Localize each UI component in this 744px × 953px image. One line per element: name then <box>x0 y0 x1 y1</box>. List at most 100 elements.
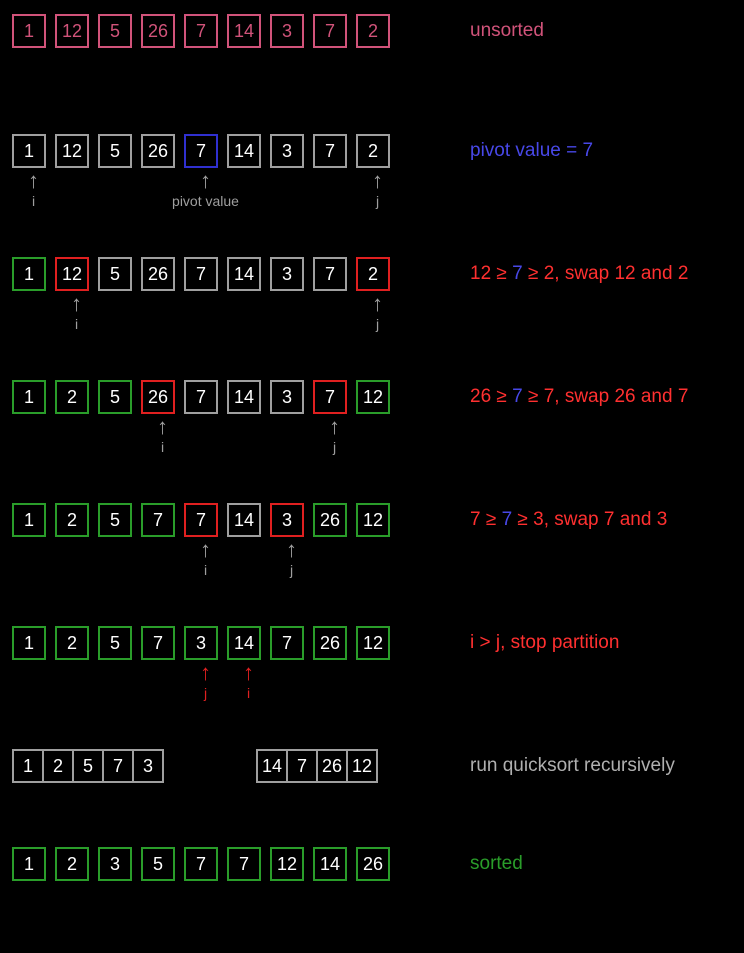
array-cell: 1 <box>12 503 46 537</box>
array-cell: 14 <box>227 626 261 660</box>
array-cell: 2 <box>356 134 390 168</box>
array-cell: 7 <box>184 380 218 414</box>
array-cell: 7 <box>141 503 175 537</box>
array-row-step: 125771432612 <box>12 503 442 537</box>
array-cell: 5 <box>98 14 132 48</box>
array-cell: 14 <box>313 847 347 881</box>
array-row-stop: 125731472612 <box>12 626 442 660</box>
pointer-label: j <box>376 316 379 332</box>
array-cell: 14 <box>227 134 261 168</box>
array-cell: 14 <box>256 749 288 783</box>
array-cell: 7 <box>141 626 175 660</box>
array-row-step: 112526714372 <box>12 257 442 291</box>
array-cell: 26 <box>141 14 175 48</box>
array-cell: 14 <box>227 14 261 48</box>
pointer-arrow-icon: ↑ <box>329 416 340 438</box>
pointer-label: i <box>75 316 78 332</box>
array-cell: 12 <box>55 134 89 168</box>
array-cell: 2 <box>44 749 74 783</box>
array-row-sorted: 123577121426 <box>12 847 442 881</box>
array-cell: 3 <box>184 626 218 660</box>
pointer-row: ↑i↑j <box>12 539 442 578</box>
array-cell: 12 <box>55 257 89 291</box>
row-label: run quicksort recursively <box>442 749 675 777</box>
array-cell: 5 <box>141 847 175 881</box>
array-cell: 1 <box>12 257 46 291</box>
pointer-label: j <box>290 562 293 578</box>
array-cell: 5 <box>98 380 132 414</box>
array-cell: 5 <box>98 134 132 168</box>
array-cell: 26 <box>141 134 175 168</box>
array-cell: 7 <box>227 847 261 881</box>
pointer-row: ↑i↑j <box>12 416 442 455</box>
array-cell: 7 <box>270 626 304 660</box>
pointer-arrow-icon: ↑ <box>200 662 211 684</box>
pointer-row: ↑i↑j <box>12 293 442 332</box>
array-cell: 3 <box>270 134 304 168</box>
row-label: 12 ≥ 7 ≥ 2, swap 12 and 2 <box>442 257 688 285</box>
pointer-arrow-icon: ↑ <box>372 170 383 192</box>
row-label: 7 ≥ 7 ≥ 3, swap 7 and 3 <box>442 503 667 531</box>
array-row-step: 125267143712 <box>12 380 442 414</box>
array-cell: 12 <box>348 749 378 783</box>
array-cell: 7 <box>184 503 218 537</box>
array-cell: 7 <box>313 257 347 291</box>
array-cell: 5 <box>98 626 132 660</box>
array-cell: 12 <box>356 503 390 537</box>
array-cell: 26 <box>313 503 347 537</box>
pointer-label: i <box>32 193 35 209</box>
array-cell: 26 <box>141 380 175 414</box>
pointer-arrow-icon: ↑ <box>71 293 82 315</box>
array-cell: 14 <box>227 503 261 537</box>
array-cell: 3 <box>270 14 304 48</box>
array-cell: 1 <box>12 14 46 48</box>
pointer-label: j <box>333 439 336 455</box>
array-cell: 7 <box>184 14 218 48</box>
array-cell: 2 <box>55 626 89 660</box>
array-cell: 7 <box>313 14 347 48</box>
array-cell: 3 <box>134 749 164 783</box>
array-cell: 2 <box>356 257 390 291</box>
array-cell: 7 <box>184 847 218 881</box>
array-cell: 12 <box>356 380 390 414</box>
array-cell: 1 <box>12 749 44 783</box>
array-cell: 1 <box>12 847 46 881</box>
array-cell: 12 <box>55 14 89 48</box>
array-cell: 26 <box>356 847 390 881</box>
pointer-row: ↑i↑pivot value↑j <box>12 170 442 209</box>
array-cell: 26 <box>318 749 348 783</box>
row-label: 26 ≥ 7 ≥ 7, swap 26 and 7 <box>442 380 688 408</box>
array-cell: 14 <box>227 257 261 291</box>
array-cell: 1 <box>12 626 46 660</box>
pointer-arrow-icon: ↑ <box>200 539 211 561</box>
array-cell: 14 <box>227 380 261 414</box>
row-label: unsorted <box>442 14 544 42</box>
array-cell: 2 <box>55 380 89 414</box>
array-cell: 26 <box>141 257 175 291</box>
array-cell: 3 <box>270 503 304 537</box>
array-cell: 1 <box>12 134 46 168</box>
array-cell: 26 <box>313 626 347 660</box>
pointer-label: j <box>376 193 379 209</box>
array-cell: 3 <box>270 380 304 414</box>
row-label: pivot value = 7 <box>442 134 593 162</box>
array-cell: 5 <box>98 257 132 291</box>
array-row-unsorted: 112526714372 <box>12 14 442 48</box>
array-cell: 2 <box>55 847 89 881</box>
array-cell: 7 <box>313 380 347 414</box>
pointer-label: i <box>204 562 207 578</box>
row-label: i > j, stop partition <box>442 626 619 654</box>
array-cell: 12 <box>356 626 390 660</box>
pointer-arrow-icon: ↑ <box>243 662 254 684</box>
pointer-row: ↑j↑i <box>12 662 442 701</box>
array-cell: 7 <box>184 257 218 291</box>
pointer-arrow-icon: ↑ <box>286 539 297 561</box>
array-cell: 5 <box>98 503 132 537</box>
pointer-arrow-icon: ↑ <box>372 293 383 315</box>
pointer-label: i <box>247 685 250 701</box>
array-cell: 3 <box>98 847 132 881</box>
array-cell: 7 <box>288 749 318 783</box>
row-label: sorted <box>442 847 523 875</box>
array-cell: 7 <box>313 134 347 168</box>
array-cell: 1 <box>12 380 46 414</box>
